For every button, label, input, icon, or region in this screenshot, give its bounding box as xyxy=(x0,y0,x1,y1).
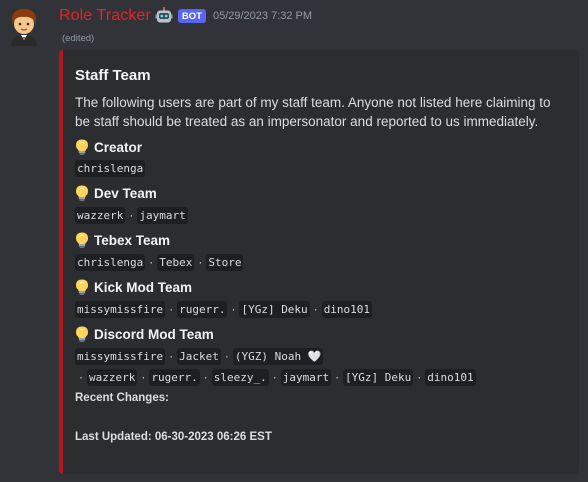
embed-fields: Creator chrislenga Dev Team wazzerk · jaymart… xyxy=(75,137,567,388)
field-name: Kick Mod Team xyxy=(75,277,567,297)
member-tag: (YGZ) Noah 🤍 xyxy=(232,348,324,365)
message-header: Role Tracker BOT 05/29/2023 7:32 PM xyxy=(59,6,312,26)
member-tag: Tebex xyxy=(157,254,195,271)
member-tag: wazzerk xyxy=(75,207,126,224)
member-tag: rugerr. xyxy=(177,301,228,318)
field-name-label: Creator xyxy=(94,139,143,155)
embed-field: Kick Mod Team missymissfire · rugerr. · [YGz]… xyxy=(75,277,567,320)
member-tag: dino101 xyxy=(321,301,373,318)
embed-field: Creator chrislenga xyxy=(75,137,567,179)
staff-embed: Staff Team The following users are part … xyxy=(59,50,579,474)
robot-icon xyxy=(155,7,173,23)
separator-dot: · xyxy=(335,370,340,384)
embed-field: Tebex Team chrislenga · Tebex · Store xyxy=(75,230,567,273)
field-name-label: Discord Mod Team xyxy=(94,326,214,342)
lightbulb-icon xyxy=(76,185,88,201)
member-tag: wazzerk xyxy=(87,369,138,386)
field-name: Dev Team xyxy=(75,183,567,203)
embed-field: Discord Mod Team missymissfire · Jacket · (YG… xyxy=(75,324,567,388)
member-tag: sleezy_. xyxy=(211,369,269,386)
member-tag: [YGz] Deku xyxy=(239,301,310,318)
member-tag: Jacket xyxy=(177,348,221,365)
bot-badge: BOT xyxy=(177,9,206,23)
separator-dot: · xyxy=(417,370,422,384)
edited-label: (edited) xyxy=(62,33,95,44)
separator-dot: · xyxy=(203,370,208,384)
member-tag: missymissfire xyxy=(75,348,166,365)
embed-description: The following users are part of my staff… xyxy=(75,95,551,129)
field-value: wazzerk · jaymart xyxy=(75,205,567,226)
member-tag: missymissfire xyxy=(75,301,166,318)
field-name: Creator xyxy=(75,137,567,157)
separator-dot: · xyxy=(231,302,236,316)
lightbulb-icon xyxy=(76,139,88,155)
last-updated-label: Last Updated: 06-30-2023 06:26 EST xyxy=(75,431,272,443)
field-name-label: Kick Mod Team xyxy=(94,279,193,295)
field-value: missymissfire · rugerr. · [YGz] Deku · dino101 xyxy=(75,299,567,320)
embed-field: Dev Team wazzerk · jaymart xyxy=(75,183,567,226)
author-name[interactable]: Role Tracker xyxy=(59,7,151,25)
member-tag: chrislenga xyxy=(75,160,146,177)
member-tag: jaymart xyxy=(280,369,332,386)
member-tag: rugerr. xyxy=(149,369,200,386)
field-value: missymissfire · Jacket · (YGZ) Noah 🤍· wazzer… xyxy=(75,346,567,388)
field-value: chrislenga · Tebex · Store xyxy=(75,252,567,273)
message-timestamp[interactable]: 05/29/2023 7:32 PM xyxy=(213,10,312,22)
member-tag: jaymart xyxy=(137,207,188,224)
lightbulb-icon xyxy=(76,232,88,248)
lightbulb-icon xyxy=(76,279,88,295)
field-value: chrislenga xyxy=(75,159,567,179)
embed-title: Staff Team xyxy=(75,67,151,84)
field-name: Tebex Team xyxy=(75,230,567,250)
separator-dot: · xyxy=(198,255,203,269)
separator-dot: · xyxy=(169,349,174,363)
field-name-label: Dev Team xyxy=(94,185,157,201)
member-tag: chrislenga xyxy=(75,254,146,271)
member-tag: [YGz] Deku xyxy=(343,369,414,386)
field-name: Discord Mod Team xyxy=(75,324,567,344)
member-tag: Store xyxy=(206,254,244,271)
recent-changes-label: Recent Changes: xyxy=(75,392,169,404)
separator-dot: · xyxy=(149,255,154,269)
separator-dot: · xyxy=(313,302,318,316)
separator-dot: · xyxy=(169,302,174,316)
separator-dot: · xyxy=(129,208,134,222)
separator-dot: · xyxy=(141,370,146,384)
lightbulb-icon xyxy=(76,326,88,342)
field-name-label: Tebex Team xyxy=(94,232,171,248)
separator-dot: · xyxy=(224,349,229,363)
separator-dot: · xyxy=(79,370,83,384)
author-avatar[interactable] xyxy=(6,6,42,46)
separator-dot: · xyxy=(272,370,277,384)
member-tag: dino101 xyxy=(425,369,476,386)
